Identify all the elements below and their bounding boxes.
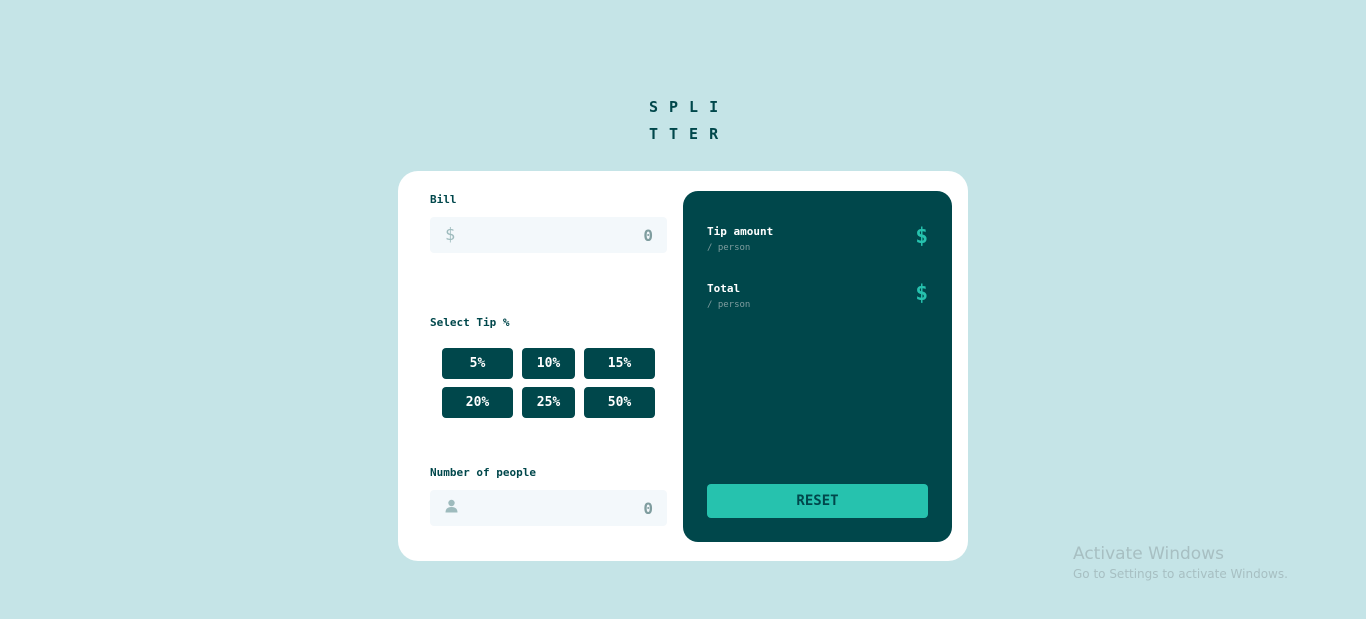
total-subtitle: / person xyxy=(707,300,751,310)
tip-amount-title: Tip amount xyxy=(707,225,774,238)
people-field[interactable] xyxy=(430,490,667,526)
tip-20-button[interactable]: 20% xyxy=(442,387,513,418)
total-row: Total / person $ xyxy=(707,281,928,310)
total-title: Total xyxy=(707,282,741,295)
tip-50-button[interactable]: 50% xyxy=(584,387,655,418)
bill-input[interactable] xyxy=(461,225,653,245)
calculator-card: Bill $ Select Tip % 5% 10% 15% 20% 25% 5… xyxy=(398,171,968,561)
people-input[interactable] xyxy=(461,498,653,518)
tip-5-button[interactable]: 5% xyxy=(442,348,513,379)
tip-15-button[interactable]: 15% xyxy=(584,348,655,379)
logo-line-2: TTER xyxy=(649,125,730,143)
dollar-icon: $ xyxy=(445,225,456,245)
people-label: Number of people xyxy=(430,466,536,479)
person-icon xyxy=(445,498,461,518)
logo-line-1: SPLI xyxy=(649,98,730,116)
tip-amount-row: Tip amount / person $ xyxy=(707,224,928,253)
watermark-subtitle: Go to Settings to activate Windows. xyxy=(1073,567,1288,581)
tip-25-button[interactable]: 25% xyxy=(522,387,575,418)
app-logo: SPLI TTER xyxy=(649,94,729,148)
tip-10-button[interactable]: 10% xyxy=(522,348,575,379)
tip-amount-value: $ xyxy=(915,224,928,248)
bill-field[interactable]: $ xyxy=(430,217,667,253)
watermark-title: Activate Windows xyxy=(1073,544,1224,564)
select-tip-label: Select Tip % xyxy=(430,316,510,329)
tip-amount-subtitle: / person xyxy=(707,243,751,253)
reset-button[interactable]: RESET xyxy=(707,484,928,518)
results-panel: Tip amount / person $ Total / person $ R… xyxy=(683,191,952,542)
total-value: $ xyxy=(915,281,928,305)
bill-label: Bill xyxy=(430,193,457,206)
activate-windows-watermark: Activate Windows Go to Settings to activ… xyxy=(1073,544,1288,581)
